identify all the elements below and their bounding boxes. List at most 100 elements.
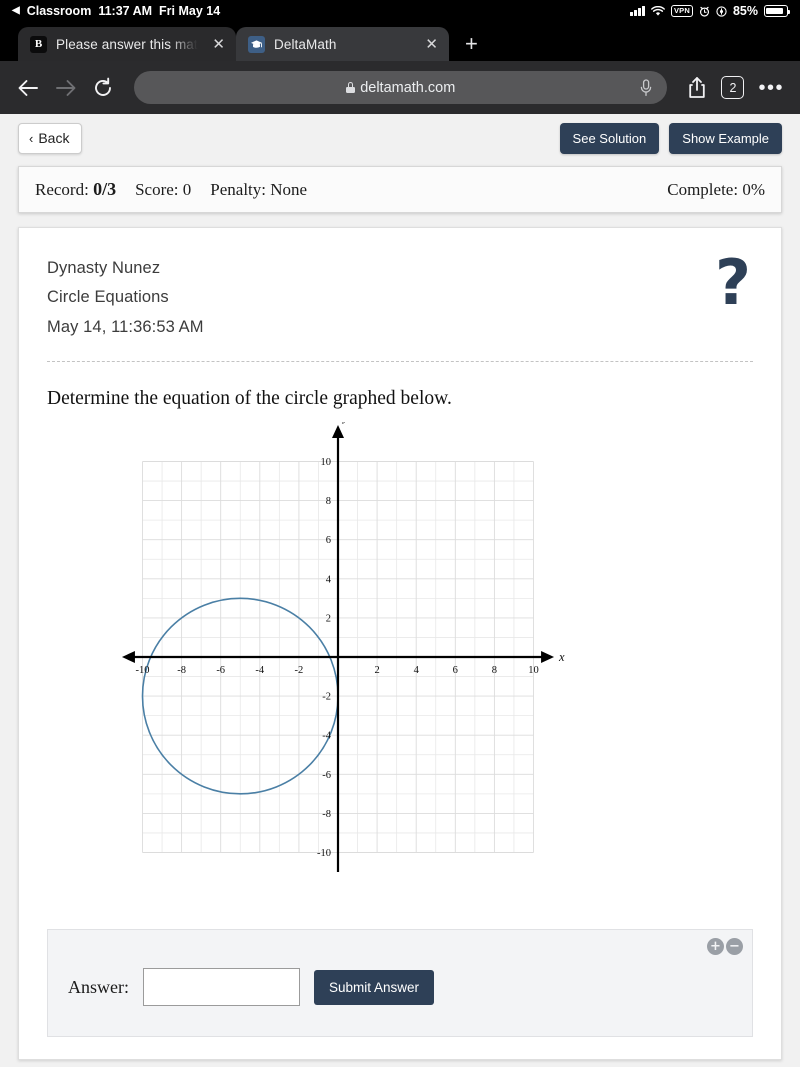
record-label: Record:: [35, 180, 89, 199]
axis-name-labels: xy: [341, 422, 565, 664]
status-bar-date: Fri May 14: [159, 4, 221, 18]
y-axis-label: y: [341, 422, 349, 424]
penalty-label: Penalty:: [210, 180, 266, 199]
tab-close-icon[interactable]: ✕: [424, 35, 439, 54]
record-bar: Record: 0/3 Score: 0 Penalty: None Compl…: [18, 166, 782, 213]
location-icon: [716, 5, 727, 17]
y-tick-label: 6: [326, 535, 331, 546]
student-name: Dynasty Nunez: [47, 259, 161, 277]
y-tick-label: -8: [322, 809, 331, 820]
y-tick-label: -4: [322, 731, 331, 742]
complete-label: Complete:: [667, 180, 739, 199]
x-tick-label: 2: [374, 665, 379, 676]
show-example-button[interactable]: Show Example: [669, 123, 782, 154]
score-value: 0: [182, 180, 192, 199]
score-label: Score:: [135, 180, 179, 199]
tab-title: Please answer this math q: [56, 36, 203, 52]
wifi-icon: [651, 5, 665, 17]
tab-title: DeltaMath: [274, 36, 337, 52]
header-actions: See Solution Show Example: [559, 123, 782, 154]
problem-card: Dynasty Nunez Circle Equations May 14, 1…: [18, 227, 782, 1060]
browser-tab-brainly[interactable]: B Please answer this math q ✕: [18, 27, 236, 61]
score-stat: Score: 0: [135, 180, 191, 200]
browser-tab-strip: B Please answer this math q ✕ DeltaMath …: [0, 22, 800, 61]
assignment-timestamp: May 14, 11:36:53 AM: [47, 317, 204, 336]
complete-value: 0%: [742, 180, 765, 199]
alarm-icon: [699, 6, 710, 17]
chevron-left-icon: ‹: [29, 130, 34, 146]
x-tick-label: -8: [177, 665, 186, 676]
x-tick-label: 4: [414, 665, 420, 676]
lock-icon: [346, 82, 356, 93]
record-value: 0/3: [93, 179, 117, 199]
divider: [47, 361, 753, 363]
tab-count-icon[interactable]: 2: [721, 76, 745, 99]
address-bar[interactable]: deltamath.com: [134, 71, 668, 104]
ios-status-bar: ◀ Classroom 11:37 AM Fri May 14 VPN 85%: [0, 0, 800, 22]
answer-input[interactable]: [143, 968, 300, 1006]
signal-icon: [630, 6, 645, 16]
zoom-controls: + −: [707, 938, 743, 955]
y-tick-label: -10: [317, 848, 331, 859]
browser-toolbar: deltamath.com 2 •••: [0, 61, 800, 114]
battery-percent-label: 85%: [732, 4, 758, 18]
record-stats: Record: 0/3 Score: 0 Penalty: None: [35, 179, 307, 200]
penalty-stat: Penalty: None: [210, 180, 307, 200]
x-axis-label: x: [558, 650, 565, 664]
browser-tab-deltamath[interactable]: DeltaMath ✕: [236, 27, 449, 61]
status-bar-right: VPN 85%: [630, 4, 791, 18]
more-icon[interactable]: •••: [758, 78, 784, 98]
status-bar-time: 11:37 AM: [98, 4, 153, 18]
see-solution-button[interactable]: See Solution: [559, 123, 660, 154]
x-tick-label: -2: [295, 665, 304, 676]
back-to-app-label[interactable]: Classroom: [27, 4, 92, 18]
back-button-label: Back: [38, 130, 70, 146]
address-bar-content: deltamath.com: [346, 80, 455, 96]
vpn-icon: VPN: [670, 5, 693, 17]
y-tick-label: -6: [322, 770, 331, 781]
deltamath-page: ‹ Back See Solution Show Example Record:…: [0, 114, 800, 1067]
deltamath-cap-icon: [248, 35, 265, 53]
y-tick-label: 2: [326, 613, 331, 624]
reload-icon[interactable]: [92, 77, 114, 99]
question-prompt: Determine the equation of the circle gra…: [47, 388, 452, 410]
x-tick-label: 10: [528, 665, 539, 676]
y-tick-label: 8: [326, 496, 331, 507]
x-tick-label: -6: [216, 665, 225, 676]
answer-label: Answer:: [68, 976, 129, 997]
brainly-b-icon: B: [30, 35, 47, 53]
help-question-mark-icon[interactable]: ?: [715, 252, 751, 313]
x-tick-label: 6: [453, 665, 458, 676]
complete-stat: Complete: 0%: [667, 180, 765, 200]
x-tick-label: -4: [255, 665, 264, 676]
y-tick-label: 4: [326, 574, 332, 585]
assignment-meta: Dynasty Nunez Circle Equations May 14, 1…: [47, 252, 753, 342]
status-bar-left: ◀ Classroom 11:37 AM Fri May 14: [12, 4, 220, 18]
x-tick-label: 8: [492, 665, 497, 676]
tab-close-icon[interactable]: ✕: [211, 35, 226, 54]
graph-container: -10-8-6-4-2246810108642-2-4-6-8-10 xy: [47, 422, 753, 892]
new-tab-button[interactable]: +: [449, 33, 492, 61]
answer-panel: + − Answer: Submit Answer: [47, 929, 753, 1037]
page-header: ‹ Back See Solution Show Example: [0, 114, 800, 154]
record-stat: Record: 0/3: [35, 179, 116, 200]
back-to-app-arrow-icon[interactable]: ◀: [12, 6, 20, 16]
assignment-topic: Circle Equations: [47, 288, 169, 307]
zoom-out-button[interactable]: −: [726, 938, 743, 955]
battery-icon: [764, 5, 791, 17]
axis-lines: [121, 425, 555, 873]
zoom-in-button[interactable]: +: [707, 938, 724, 955]
submit-answer-button[interactable]: Submit Answer: [314, 969, 435, 1005]
answer-row: Answer: Submit Answer: [68, 968, 435, 1006]
forward-arrow-icon: [54, 77, 78, 99]
back-arrow-icon[interactable]: [16, 77, 40, 99]
back-button[interactable]: ‹ Back: [18, 123, 83, 154]
penalty-value: None: [270, 180, 308, 199]
x-tick-label: -10: [136, 665, 150, 676]
y-tick-label: 10: [321, 457, 332, 468]
y-tick-label: -2: [322, 692, 331, 703]
url-text: deltamath.com: [360, 79, 456, 96]
microphone-icon[interactable]: [640, 78, 652, 97]
share-icon[interactable]: [687, 76, 707, 99]
coordinate-plane-graph: -10-8-6-4-2246810108642-2-4-6-8-10 xy: [121, 422, 565, 873]
